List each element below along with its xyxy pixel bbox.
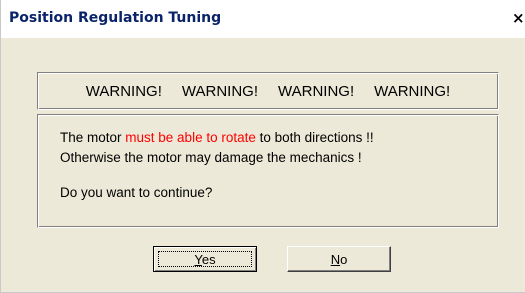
yes-button[interactable]: Yes: [153, 246, 257, 272]
message-text: to both directions !!: [255, 130, 374, 145]
message-highlight: must be able to rotate: [125, 130, 256, 145]
window-title: Position Regulation Tuning: [9, 10, 222, 26]
no-button[interactable]: No: [287, 246, 391, 272]
warning-label: WARNING!: [374, 82, 451, 100]
dialog-window: Position Regulation Tuning × WARNING! WA…: [0, 0, 525, 293]
close-icon[interactable]: ×: [512, 10, 525, 28]
no-label: o: [340, 251, 348, 267]
message-line-1: The motor must be able to rotate to both…: [60, 130, 374, 145]
warning-label: WARNING!: [85, 82, 162, 100]
warning-label: WARNING!: [278, 82, 355, 100]
focus-rectangle: [158, 251, 252, 267]
message-panel: The motor must be able to rotate to both…: [37, 114, 499, 228]
warning-label: WARNING!: [181, 82, 258, 100]
no-mnemonic: N: [330, 251, 341, 267]
message-line-2: Otherwise the motor may damage the mecha…: [60, 150, 362, 165]
warning-row: WARNING! WARNING! WARNING! WARNING!: [38, 73, 498, 109]
continue-question: Do you want to continue?: [60, 185, 213, 200]
message-text: The motor: [60, 130, 126, 145]
warning-banner: WARNING! WARNING! WARNING! WARNING!: [37, 72, 499, 110]
title-bar[interactable]: Position Regulation Tuning ×: [1, 0, 525, 38]
